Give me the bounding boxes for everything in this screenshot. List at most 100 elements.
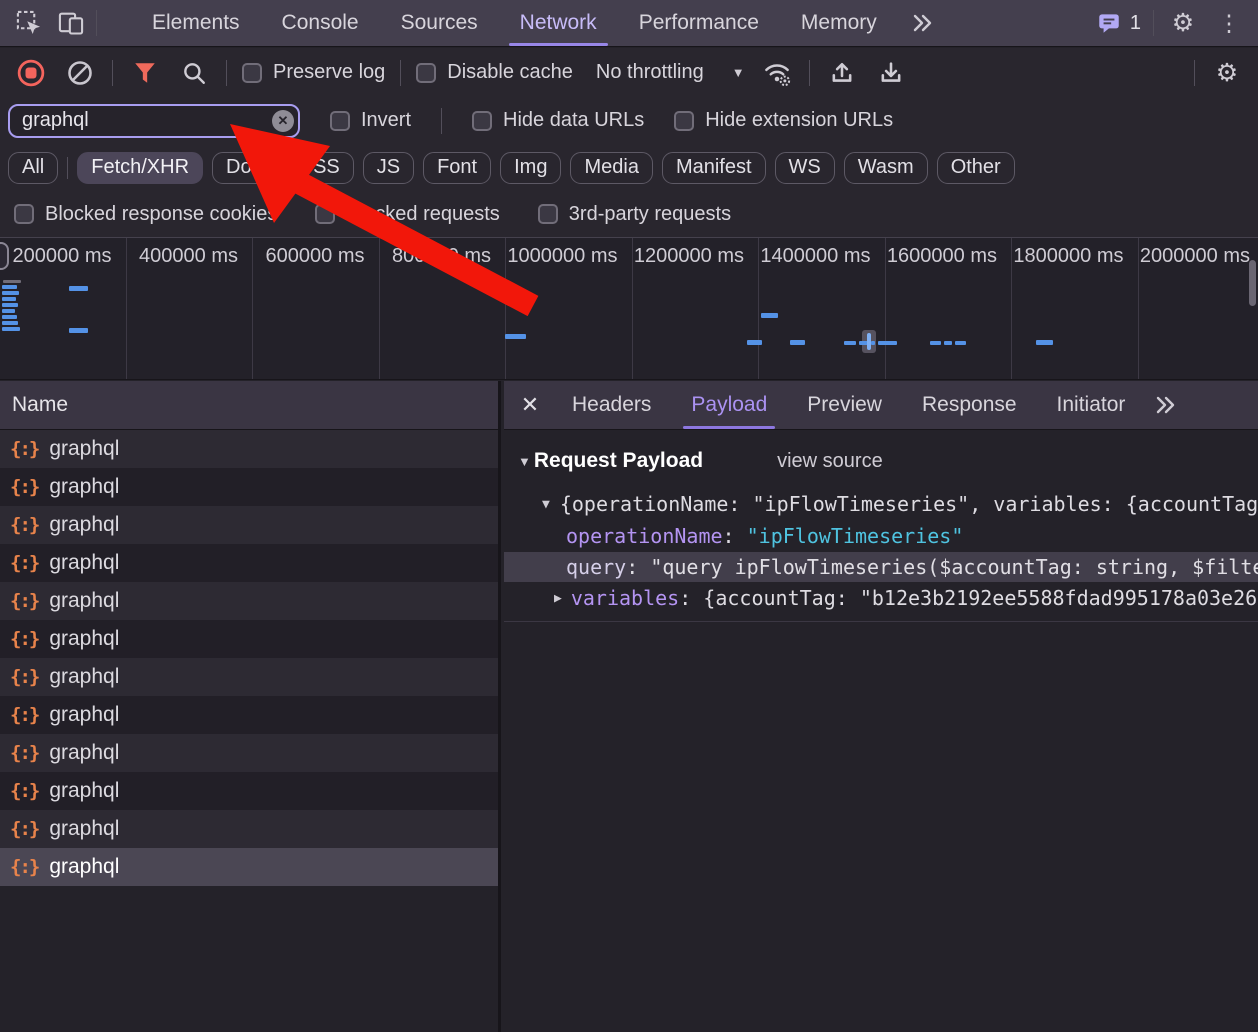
details-tab-initiator[interactable]: Initiator (1037, 381, 1146, 429)
device-toolbar-icon[interactable] (54, 6, 88, 40)
triangle-down-icon: ▼ (542, 497, 550, 512)
hide-extension-urls-label: Hide extension URLs (705, 109, 893, 132)
settings-gear-icon[interactable]: ⚙ (1166, 6, 1200, 40)
pill-ws[interactable]: WS (775, 152, 835, 184)
preserve-log-checkbox[interactable] (242, 63, 262, 83)
colon: : (679, 586, 703, 610)
third-party-requests-toggle[interactable]: 3rd-party requests (538, 203, 731, 226)
hide-data-urls-toggle[interactable]: Hide data URLs (472, 109, 644, 132)
export-har-icon[interactable] (874, 56, 908, 90)
import-har-icon[interactable] (825, 56, 859, 90)
divider (112, 60, 113, 86)
third-party-requests-checkbox[interactable] (538, 204, 558, 224)
pill-fetch-xhr[interactable]: Fetch/XHR (77, 152, 203, 184)
timeline-tick: 1400000 ms (759, 238, 886, 379)
filter-input[interactable] (8, 104, 300, 138)
request-name: graphql (49, 589, 119, 613)
throttling-select[interactable]: No throttling ▼ (596, 61, 745, 84)
payload-summary-line[interactable]: ▼ {operationName: "ipFlowTimeseries", va… (504, 488, 1258, 520)
request-row[interactable]: graphql (0, 696, 498, 734)
waterfall-bar (867, 333, 871, 350)
pill-font[interactable]: Font (423, 152, 491, 184)
search-icon[interactable] (177, 56, 211, 90)
network-settings-gear-icon[interactable]: ⚙ (1210, 56, 1244, 90)
timeline-tick: 600000 ms (253, 238, 380, 379)
close-icon[interactable]: ✕ (508, 381, 552, 429)
disable-cache-checkbox[interactable] (416, 63, 436, 83)
pill-img[interactable]: Img (500, 152, 561, 184)
invert-toggle[interactable]: Invert (330, 109, 411, 132)
request-row[interactable]: graphql (0, 734, 498, 772)
filter-input-wrap: ✕ (8, 104, 300, 138)
more-panels-icon[interactable] (906, 6, 940, 40)
pill-wasm[interactable]: Wasm (844, 152, 928, 184)
pill-manifest[interactable]: Manifest (662, 152, 766, 184)
pill-doc[interactable]: Doc (212, 152, 276, 184)
tab-elements[interactable]: Elements (131, 0, 261, 46)
details-tab-response[interactable]: Response (902, 381, 1037, 429)
invert-checkbox[interactable] (330, 111, 350, 131)
tab-sources[interactable]: Sources (380, 0, 499, 46)
request-row[interactable]: graphql (0, 620, 498, 658)
payload-operation-name-line[interactable]: operationName : "ipFlowTimeseries" (504, 520, 1258, 552)
more-details-tabs-icon[interactable] (1149, 388, 1183, 422)
tab-performance[interactable]: Performance (618, 0, 780, 46)
inspect-element-icon[interactable] (12, 6, 46, 40)
hide-extension-urls-checkbox[interactable] (674, 111, 694, 131)
invert-label: Invert (361, 109, 411, 132)
pill-other[interactable]: Other (937, 152, 1015, 184)
request-row[interactable]: graphql (0, 848, 498, 886)
issues-button[interactable]: 1 (1096, 10, 1141, 36)
request-row[interactable]: graphql (0, 810, 498, 848)
filter-icon[interactable] (128, 56, 162, 90)
disable-cache-toggle[interactable]: Disable cache (416, 61, 573, 84)
advanced-filters: Blocked response cookies Blocked request… (0, 191, 1258, 237)
waterfall-bar (2, 309, 15, 313)
request-list: graphqlgraphqlgraphqlgraphqlgraphqlgraph… (0, 430, 498, 886)
payload-variables-line[interactable]: ▶ variables : {accountTag: "b12e3b2192ee… (504, 582, 1258, 614)
blocked-response-cookies-toggle[interactable]: Blocked response cookies (14, 203, 277, 226)
tab-network[interactable]: Network (499, 0, 618, 46)
blocked-requests-toggle[interactable]: Blocked requests (315, 203, 499, 226)
request-row[interactable]: graphql (0, 468, 498, 506)
blocked-response-cookies-checkbox[interactable] (14, 204, 34, 224)
tab-memory[interactable]: Memory (780, 0, 898, 46)
details-tab-bar: ✕ HeadersPayloadPreviewResponseInitiator (504, 381, 1258, 430)
request-row[interactable]: graphql (0, 430, 498, 468)
network-conditions-icon[interactable] (760, 56, 794, 90)
json-icon (10, 552, 38, 574)
request-name: graphql (49, 855, 119, 879)
divider (809, 60, 810, 86)
request-row[interactable]: graphql (0, 582, 498, 620)
clear-network-log-icon[interactable] (63, 56, 97, 90)
payload-query-line[interactable]: query : "query ipFlowTimeseries($account… (504, 552, 1258, 582)
waterfall-bar (505, 334, 526, 339)
name-column-header[interactable]: Name (0, 381, 498, 430)
request-row[interactable]: graphql (0, 506, 498, 544)
clear-filter-icon[interactable]: ✕ (272, 110, 294, 132)
request-row[interactable]: graphql (0, 544, 498, 582)
tabbar-right-cluster: 1 ⚙ ⋮ (1096, 6, 1246, 40)
request-row[interactable]: graphql (0, 772, 498, 810)
request-row[interactable]: graphql (0, 658, 498, 696)
pill-css[interactable]: CSS (285, 152, 354, 184)
tab-console[interactable]: Console (261, 0, 380, 46)
view-source-link[interactable]: view source (777, 450, 883, 473)
kebab-menu-icon[interactable]: ⋮ (1212, 6, 1246, 40)
pill-js[interactable]: JS (363, 152, 414, 184)
hide-extension-urls-toggle[interactable]: Hide extension URLs (674, 109, 893, 132)
waterfall-bar (747, 340, 762, 345)
blocked-requests-checkbox[interactable] (315, 204, 335, 224)
request-payload-section[interactable]: ▼ Request Payload view source (518, 444, 1258, 478)
divider (441, 108, 442, 134)
pill-media[interactable]: Media (570, 152, 652, 184)
details-tab-preview[interactable]: Preview (787, 381, 902, 429)
details-tab-headers[interactable]: Headers (552, 381, 671, 429)
hide-data-urls-checkbox[interactable] (472, 111, 492, 131)
pill-all[interactable]: All (8, 152, 58, 184)
json-icon (10, 742, 38, 764)
details-tab-payload[interactable]: Payload (671, 381, 787, 429)
preserve-log-toggle[interactable]: Preserve log (242, 61, 385, 84)
record-network-log-icon[interactable] (14, 56, 48, 90)
waterfall-overview[interactable]: 200000 ms400000 ms600000 ms800000 ms1000… (0, 237, 1258, 380)
